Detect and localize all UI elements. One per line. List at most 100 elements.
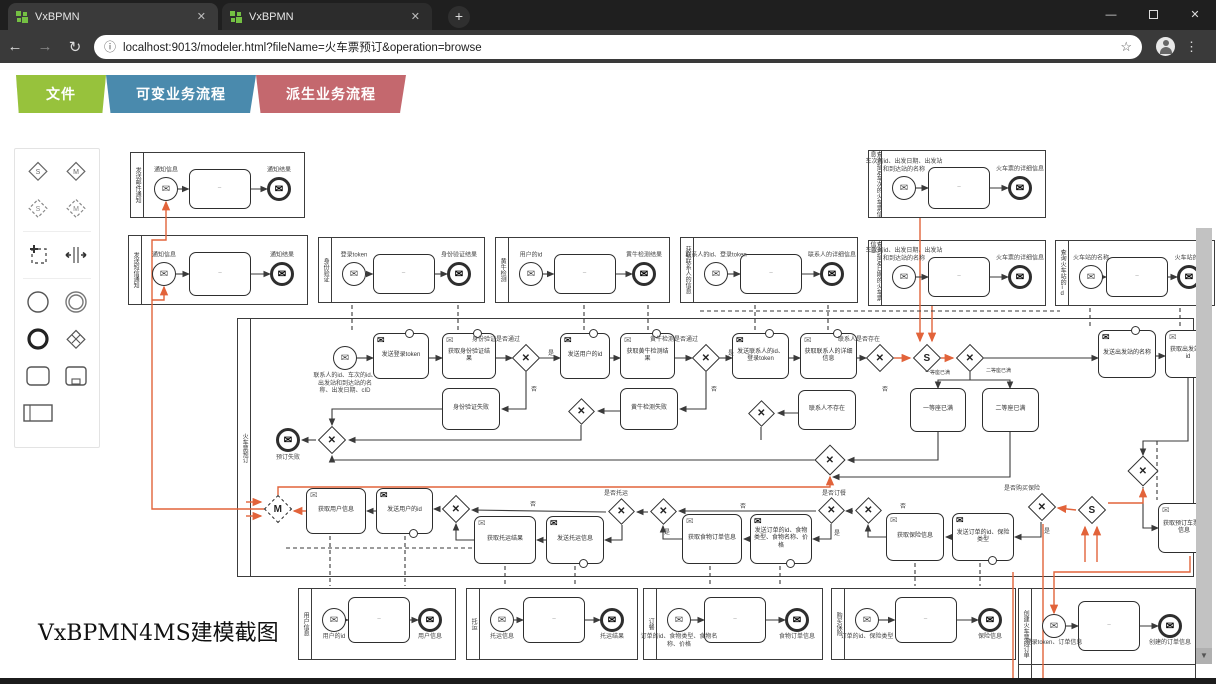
task[interactable]: –: [740, 254, 802, 294]
start-event[interactable]: ✉: [152, 262, 176, 286]
end-event[interactable]: ✉: [1008, 176, 1032, 200]
event-label: 托运结果: [600, 634, 624, 642]
start-event[interactable]: ✉: [892, 265, 916, 289]
start-event[interactable]: ✉: [704, 262, 728, 286]
back-icon[interactable]: ←: [0, 38, 30, 55]
end-event[interactable]: ✉: [276, 428, 300, 452]
event-label: 黄牛检测结果: [626, 253, 662, 261]
end-event[interactable]: ✉: [978, 608, 1002, 632]
canvas-scrollbar[interactable]: ▼: [1196, 228, 1212, 664]
browser-menu-icon[interactable]: ⋮: [1185, 39, 1198, 55]
receive-task[interactable]: ✉获取保险信息: [886, 513, 944, 561]
send-task[interactable]: ✉发送出发站的名称: [1098, 330, 1156, 378]
diagram-canvas[interactable]: 发送邮件通知✉–✉通知信息通知结果查询指定车次的火车票信息✉–✉车次的id、出发…: [0, 63, 1216, 684]
task[interactable]: 黄牛检测失败: [620, 388, 678, 430]
task[interactable]: –: [1078, 601, 1140, 651]
send-task[interactable]: ✉发送订单的id、食物类型、食物名称、价格: [750, 514, 812, 564]
receive-task[interactable]: ✉获取用户信息: [306, 488, 366, 534]
tab-close-icon[interactable]: ✕: [407, 8, 424, 25]
browser-tab-bar: VxBPMN ✕ VxBPMN ✕ + — ✕: [0, 0, 1216, 30]
event-label: 车次的id、出发日期、出发站和到达站的名称: [865, 159, 943, 174]
task[interactable]: –: [554, 254, 616, 294]
task[interactable]: –: [189, 252, 251, 296]
end-event[interactable]: ✉: [785, 608, 809, 632]
flow-label: 是: [834, 528, 840, 537]
end-event[interactable]: ✉: [270, 262, 294, 286]
url-field[interactable]: ⓘ localhost:9013/modeler.html?fileName=火…: [94, 35, 1142, 59]
new-tab-button[interactable]: +: [448, 6, 470, 28]
scroll-down-icon[interactable]: ▼: [1196, 648, 1212, 664]
window-maximize-button[interactable]: [1132, 0, 1174, 30]
task[interactable]: 联系人不存在: [798, 390, 856, 430]
send-task[interactable]: ✉发送登录token: [373, 333, 429, 379]
send-task[interactable]: ✉发送用户的id: [560, 333, 610, 379]
end-event[interactable]: ✉: [267, 177, 291, 201]
bookmark-star-icon[interactable]: ☆: [1120, 39, 1132, 55]
start-event[interactable]: ✉: [333, 346, 357, 370]
end-event[interactable]: ✉: [632, 262, 656, 286]
flow-label: 是: [664, 527, 670, 536]
end-event[interactable]: ✉: [1158, 614, 1182, 638]
send-task[interactable]: ✉发送联系人的id、登录token: [732, 333, 789, 379]
event-label: 火车票的详细信息: [996, 167, 1044, 175]
task[interactable]: –: [523, 597, 585, 643]
flow-label: 是否订餐: [822, 488, 846, 497]
send-task[interactable]: ✉发送订单的id、保险类型: [952, 513, 1014, 561]
end-event[interactable]: ✉: [820, 262, 844, 286]
browser-tab-1[interactable]: VxBPMN ✕: [8, 3, 218, 30]
flow-label: 是否购买保险: [1004, 483, 1040, 492]
start-event[interactable]: ✉: [892, 176, 916, 200]
site-info-icon[interactable]: ⓘ: [104, 38, 116, 55]
start-event[interactable]: ✉: [322, 608, 346, 632]
task[interactable]: 身份验证失败: [442, 388, 500, 430]
event-label: 联系人的id、车次的id、出发站和到达站的名称、出发日期、cID: [313, 373, 377, 396]
modeler-page: 文件 可变业务流程 派生业务流程 SMSM 发送邮件通知✉–✉通知信息通知结果查…: [0, 63, 1216, 684]
figure-caption: VxBPMN4MS建模截图: [38, 615, 279, 647]
window-minimize-button[interactable]: —: [1090, 0, 1132, 30]
start-event[interactable]: ✉: [342, 262, 366, 286]
profile-avatar[interactable]: [1156, 37, 1175, 56]
task[interactable]: 二等座已满: [982, 388, 1039, 432]
start-event[interactable]: ✉: [1042, 614, 1066, 638]
refresh-icon[interactable]: ↻: [60, 38, 90, 56]
task[interactable]: –: [373, 254, 435, 294]
tab-title: VxBPMN: [249, 11, 407, 23]
browser-address-bar: ← → ↻ ⓘ localhost:9013/modeler.html?file…: [0, 30, 1216, 63]
event-label: 订单的id、保险类型: [841, 634, 894, 642]
end-event[interactable]: ✉: [1008, 265, 1032, 289]
send-task[interactable]: ✉发送用户的id: [376, 488, 433, 534]
browser-tab-2[interactable]: VxBPMN ✕: [222, 3, 432, 30]
forward-icon[interactable]: →: [30, 38, 60, 55]
task[interactable]: 一等座已满: [910, 388, 966, 432]
vxbpmn-logo-icon: [16, 11, 28, 23]
receive-task[interactable]: ✉获取食物订单信息: [682, 514, 742, 564]
task[interactable]: –: [928, 257, 990, 297]
flow-label: 身份验证是否通过: [472, 334, 520, 343]
flow-label: 否: [530, 499, 536, 508]
tab-close-icon[interactable]: ✕: [193, 8, 210, 25]
flow-label: 否: [531, 384, 537, 393]
end-event[interactable]: ✉: [447, 262, 471, 286]
start-event[interactable]: ✉: [855, 608, 879, 632]
flow-label: 是: [1044, 526, 1050, 535]
start-event[interactable]: ✉: [519, 262, 543, 286]
task[interactable]: –: [189, 169, 251, 209]
task[interactable]: –: [348, 597, 410, 643]
start-event[interactable]: ✉: [154, 177, 178, 201]
end-event[interactable]: ✉: [418, 608, 442, 632]
end-event[interactable]: ✉: [600, 608, 624, 632]
event-label: 车次的id、出发日期、出发站和到达站的名称: [865, 248, 943, 263]
task[interactable]: –: [1106, 257, 1168, 297]
event-label: 通知结果: [267, 168, 291, 176]
event-label: 用户的id: [323, 634, 346, 642]
flow-label: 是: [548, 348, 554, 357]
event-label: 通知信息: [152, 253, 176, 261]
start-event[interactable]: ✉: [490, 608, 514, 632]
receive-task[interactable]: ✉获取托运结果: [474, 516, 536, 564]
send-task[interactable]: ✉发送托运信息: [546, 516, 604, 564]
window-close-button[interactable]: ✕: [1174, 0, 1216, 30]
task[interactable]: –: [895, 597, 957, 643]
start-event[interactable]: ✉: [667, 608, 691, 632]
start-event[interactable]: ✉: [1079, 265, 1103, 289]
event-label: 订单的id、食物类型、食物名称、价格: [640, 634, 718, 649]
